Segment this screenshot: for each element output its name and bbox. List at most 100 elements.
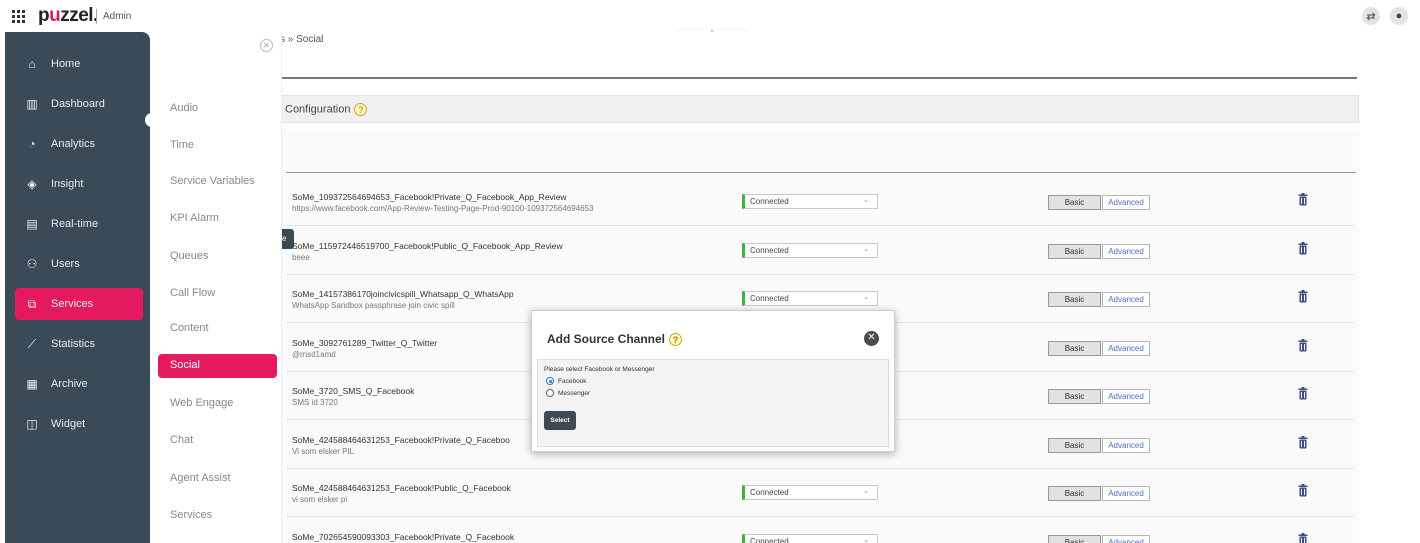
nav-item-label: Real-time bbox=[51, 218, 99, 230]
basic-button[interactable]: Basic bbox=[1048, 534, 1101, 543]
radio-facebook-control[interactable] bbox=[546, 377, 554, 385]
insight-icon: ◈ bbox=[27, 177, 37, 191]
channel-name[interactable]: SoMe_3720_SMS_Q_Facebook bbox=[292, 386, 414, 396]
table-row: SoMe_702654590093303_Facebook!Private_Q_… bbox=[286, 518, 1354, 543]
nav-item-label: Statistics bbox=[51, 338, 96, 350]
status-value: Connected bbox=[750, 294, 789, 303]
channel-name[interactable]: SoMe_115972446519700_Facebook!Public_Q_F… bbox=[292, 241, 563, 251]
status-select[interactable]: Connected ⌄ bbox=[742, 533, 878, 543]
subnav-item-web-engage[interactable]: Web Engage bbox=[170, 397, 233, 409]
analytics-icon: ◔ bbox=[28, 137, 36, 151]
subnav-item-audio[interactable]: Audio bbox=[170, 102, 198, 114]
nav-item-archive[interactable]: ▦ Archive bbox=[5, 368, 150, 400]
subnav-item-services[interactable]: Services bbox=[170, 509, 212, 521]
subnav-item-content[interactable]: Content bbox=[170, 322, 209, 334]
channel-name[interactable]: SoMe_424588464631253_Facebook!Private_Q_… bbox=[292, 435, 510, 445]
mode-toggle: Basic Advanced bbox=[1048, 243, 1150, 259]
basic-button[interactable]: Basic bbox=[1048, 243, 1101, 259]
subnav-item-call-flow[interactable]: Call Flow bbox=[170, 287, 215, 299]
advanced-button[interactable]: Advanced bbox=[1102, 534, 1150, 543]
top-bar: puzzel. Admin ⇄ ● bbox=[0, 0, 1420, 32]
admin-label: Admin bbox=[103, 11, 132, 22]
chevron-down-icon: ⌄ bbox=[863, 536, 869, 543]
basic-button[interactable]: Basic bbox=[1048, 340, 1101, 356]
basic-button[interactable]: Basic bbox=[1048, 437, 1101, 453]
advanced-button[interactable]: Advanced bbox=[1102, 292, 1150, 307]
nav-item-real-time[interactable]: ▤ Real-time bbox=[5, 208, 150, 240]
advanced-button[interactable]: Advanced bbox=[1102, 389, 1150, 404]
delete-icon[interactable] bbox=[1298, 338, 1308, 352]
close-dialog-icon[interactable]: ✕ bbox=[864, 331, 879, 346]
channel-name[interactable]: SoMe_3092761289_Twitter_Q_Twitter bbox=[292, 338, 437, 348]
nav-item-home[interactable]: ⌂ Home bbox=[5, 48, 150, 80]
nav-item-dashboard[interactable]: ▥ Dashboard bbox=[5, 88, 150, 120]
logo-divider bbox=[96, 9, 97, 24]
status-select[interactable]: Connected ⌄ bbox=[742, 242, 878, 258]
chevron-down-icon: ⌄ bbox=[863, 488, 869, 495]
basic-button[interactable]: Basic bbox=[1048, 292, 1101, 307]
users-icon: ⚇ bbox=[26, 257, 38, 271]
advanced-button[interactable]: Advanced bbox=[1102, 486, 1150, 501]
nav-item-analytics[interactable]: ◔ Analytics bbox=[5, 128, 150, 160]
delete-icon[interactable] bbox=[1298, 241, 1308, 255]
status-select[interactable]: Connected ⌄ bbox=[742, 291, 878, 306]
close-subnav-icon[interactable]: ✕ bbox=[260, 39, 273, 52]
subnav-item-kpi-alarm[interactable]: KPI Alarm bbox=[170, 212, 219, 224]
channel-name[interactable]: SoMe_109372564694653_Facebook!Private_Q_… bbox=[292, 192, 567, 202]
subnav-item-service-variables[interactable]: Service Variables bbox=[170, 175, 255, 187]
nav-item-widget[interactable]: ◫ Widget bbox=[5, 408, 150, 440]
delete-icon[interactable] bbox=[1298, 193, 1308, 206]
nav-item-label: Archive bbox=[51, 378, 88, 390]
services-icon: ⧉ bbox=[27, 296, 37, 311]
radio-messenger-label: Messenger bbox=[558, 389, 591, 397]
table-row: SoMe_424588464631253_Facebook!Public_Q_F… bbox=[286, 469, 1354, 517]
status-select[interactable]: Connected ⌄ bbox=[742, 485, 878, 500]
advanced-button[interactable]: Advanced bbox=[1102, 340, 1150, 356]
select-button[interactable]: Select bbox=[544, 411, 576, 430]
advanced-button[interactable]: Advanced bbox=[1102, 243, 1150, 259]
advanced-button[interactable]: Advanced bbox=[1102, 437, 1150, 453]
radio-facebook[interactable]: Facebook bbox=[546, 377, 587, 385]
chevron-down-icon: ⌄ bbox=[863, 197, 869, 204]
puzzel-logo[interactable]: puzzel. bbox=[38, 5, 98, 27]
delete-icon[interactable] bbox=[1298, 290, 1308, 303]
nav-item-users[interactable]: ⚇ Users bbox=[5, 248, 150, 280]
subnav-item-social[interactable]: Social bbox=[158, 354, 277, 378]
radio-messenger-control[interactable] bbox=[546, 389, 554, 397]
dialog-body: Please select Facebook or Messenger Face… bbox=[537, 359, 889, 447]
delete-icon[interactable] bbox=[1298, 435, 1308, 449]
user-avatar-icon[interactable]: ● bbox=[1390, 7, 1408, 25]
home-icon: ⌂ bbox=[28, 57, 36, 71]
mode-toggle: Basic Advanced bbox=[1048, 292, 1150, 307]
status-value: Connected bbox=[750, 488, 789, 497]
subnav-item-chat[interactable]: Chat bbox=[170, 434, 193, 446]
help-icon[interactable]: ? bbox=[354, 103, 368, 116]
subnav-item-time[interactable]: Time bbox=[170, 139, 194, 151]
channel-name[interactable]: SoMe_702654590093303_Facebook!Private_Q_… bbox=[292, 532, 514, 542]
add-source-channel-dialog: Add Source Channel? ✕ Please select Face… bbox=[531, 310, 895, 452]
subnav-item-queues[interactable]: Queues bbox=[170, 250, 209, 262]
subnav-item-agent-assist[interactable]: Agent Assist bbox=[170, 472, 231, 484]
channel-description: SMS id 3720 bbox=[292, 398, 338, 407]
basic-button[interactable]: Basic bbox=[1048, 389, 1101, 404]
nav-item-label: Dashboard bbox=[51, 98, 105, 110]
basic-button[interactable]: Basic bbox=[1048, 195, 1101, 210]
mode-toggle: Basic Advanced bbox=[1048, 534, 1150, 543]
radio-messenger[interactable]: Messenger bbox=[546, 389, 590, 397]
channel-name[interactable]: SoMe_14157386170joincivicspill_Whatsapp_… bbox=[292, 289, 514, 299]
status-select[interactable]: Connected ⌄ bbox=[742, 194, 878, 209]
nav-item-services[interactable]: ⧉ Services bbox=[15, 288, 143, 320]
delete-icon[interactable] bbox=[1298, 532, 1308, 543]
radio-facebook-label: Facebook bbox=[558, 377, 587, 385]
nav-item-insight[interactable]: ◈ Insight bbox=[5, 168, 150, 200]
app-grid-icon[interactable] bbox=[12, 10, 25, 23]
switch-icon[interactable]: ⇄ bbox=[1362, 7, 1380, 25]
help-icon[interactable]: ? bbox=[669, 333, 683, 347]
delete-icon[interactable] bbox=[1298, 484, 1308, 497]
nav-item-statistics[interactable]: ⟋ Statistics bbox=[5, 328, 150, 360]
nav-item-label: Insight bbox=[51, 178, 84, 190]
delete-icon[interactable] bbox=[1298, 387, 1308, 400]
advanced-button[interactable]: Advanced bbox=[1102, 195, 1150, 210]
channel-name[interactable]: SoMe_424588464631253_Facebook!Public_Q_F… bbox=[292, 483, 511, 493]
basic-button[interactable]: Basic bbox=[1048, 486, 1101, 501]
